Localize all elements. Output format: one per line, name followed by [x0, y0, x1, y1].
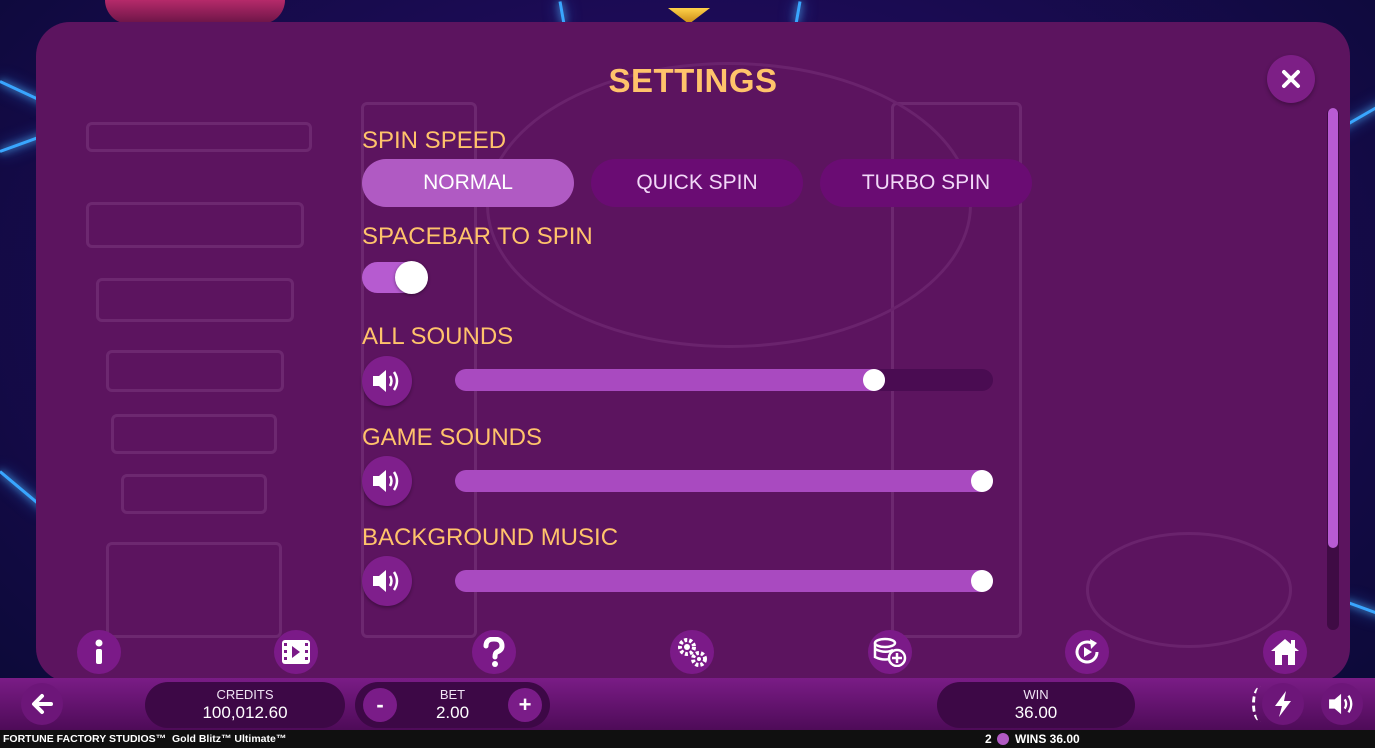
bonus-strip	[105, 0, 285, 24]
all-sounds-slider-knob[interactable]	[863, 369, 885, 391]
spin-speed-normal-button[interactable]: NORMAL	[362, 159, 574, 207]
credits-label: CREDITS	[216, 687, 274, 702]
bet-increase-button[interactable]: +	[508, 688, 542, 722]
settings-gear-icon	[678, 638, 707, 667]
home-button[interactable]	[1263, 630, 1307, 674]
win-value: 36.00	[1014, 703, 1058, 722]
studio-name: FORTUNE FACTORY STUDIOS™	[3, 733, 167, 745]
spin-speed-label: SPIN SPEED	[362, 127, 507, 154]
ghost-panel	[96, 278, 294, 322]
all-sounds-mute-button[interactable]	[362, 356, 412, 406]
settings-title: SETTINGS	[608, 62, 778, 99]
all-sounds-label: ALL SOUNDS	[362, 323, 514, 350]
video-button[interactable]	[274, 630, 318, 674]
ghost-panel	[106, 350, 284, 392]
home-icon	[1271, 639, 1299, 665]
credits-display: CREDITS 100,012.60	[145, 682, 345, 728]
scrollbar-thumb[interactable]	[1328, 108, 1338, 548]
speaker-icon	[373, 470, 399, 492]
replay-button[interactable]	[1065, 630, 1109, 674]
wins-coin-icon	[997, 733, 1009, 745]
game-sounds-mute-button[interactable]	[362, 456, 412, 506]
game-sounds-slider-fill	[455, 470, 993, 492]
background-music-slider-knob[interactable]	[971, 570, 993, 592]
background-music-label: BACKGROUND MUSIC	[362, 524, 619, 551]
win-display: WIN 36.00	[937, 682, 1135, 728]
video-icon	[282, 640, 310, 664]
ghost-panel	[106, 542, 282, 638]
wins-text: WINS 36.00	[1015, 732, 1080, 746]
ghost-panel	[86, 122, 312, 152]
spin-speed-turbo-button[interactable]: TURBO SPIN	[820, 159, 1032, 207]
settings-modal: ​ SETTINGS SPIN SPEED NORMAL QUICK SPIN …	[36, 22, 1350, 682]
background-music-mute-button[interactable]	[362, 556, 412, 606]
ghost-ring	[1086, 532, 1292, 648]
wins-count: 2	[985, 732, 992, 746]
settings-button[interactable]	[670, 630, 714, 674]
back-button[interactable]	[21, 683, 63, 725]
lightning-icon	[1275, 691, 1291, 717]
win-label: WIN	[1023, 687, 1049, 702]
sound-button[interactable]	[1321, 683, 1363, 725]
credits-value: 100,012.60	[202, 703, 288, 722]
coins-button[interactable]	[868, 630, 912, 674]
help-button[interactable]	[472, 630, 516, 674]
help-icon	[483, 637, 505, 667]
spacebar-toggle-knob[interactable]	[395, 261, 428, 294]
info-icon	[95, 639, 103, 664]
game-name: Gold Blitz™ Ultimate™	[172, 733, 287, 745]
all-sounds-slider-fill	[455, 369, 885, 391]
replay-icon	[1075, 639, 1099, 664]
close-button[interactable]	[1267, 55, 1315, 103]
background-music-slider-fill	[455, 570, 993, 592]
info-button[interactable]	[77, 630, 121, 674]
spacebar-label: SPACEBAR TO SPIN	[362, 223, 593, 250]
bet-decrease-button[interactable]: -	[363, 688, 397, 722]
ghost-panel	[111, 414, 277, 454]
turbo-ring	[1252, 686, 1269, 722]
game-sounds-slider-knob[interactable]	[971, 470, 993, 492]
arrow-left-icon	[32, 694, 53, 714]
footer-bar: FORTUNE FACTORY STUDIOS™ Gold Blitz™ Ult…	[0, 730, 1375, 748]
close-icon	[1282, 70, 1300, 88]
ghost-panel	[121, 474, 267, 514]
speaker-icon	[373, 370, 399, 392]
speaker-icon	[1329, 693, 1353, 715]
coins-add-icon	[873, 637, 907, 667]
spin-speed-quick-button[interactable]: QUICK SPIN	[591, 159, 803, 207]
game-sounds-label: GAME SOUNDS	[362, 424, 543, 451]
ghost-panel	[86, 202, 304, 248]
speaker-icon	[373, 570, 399, 592]
